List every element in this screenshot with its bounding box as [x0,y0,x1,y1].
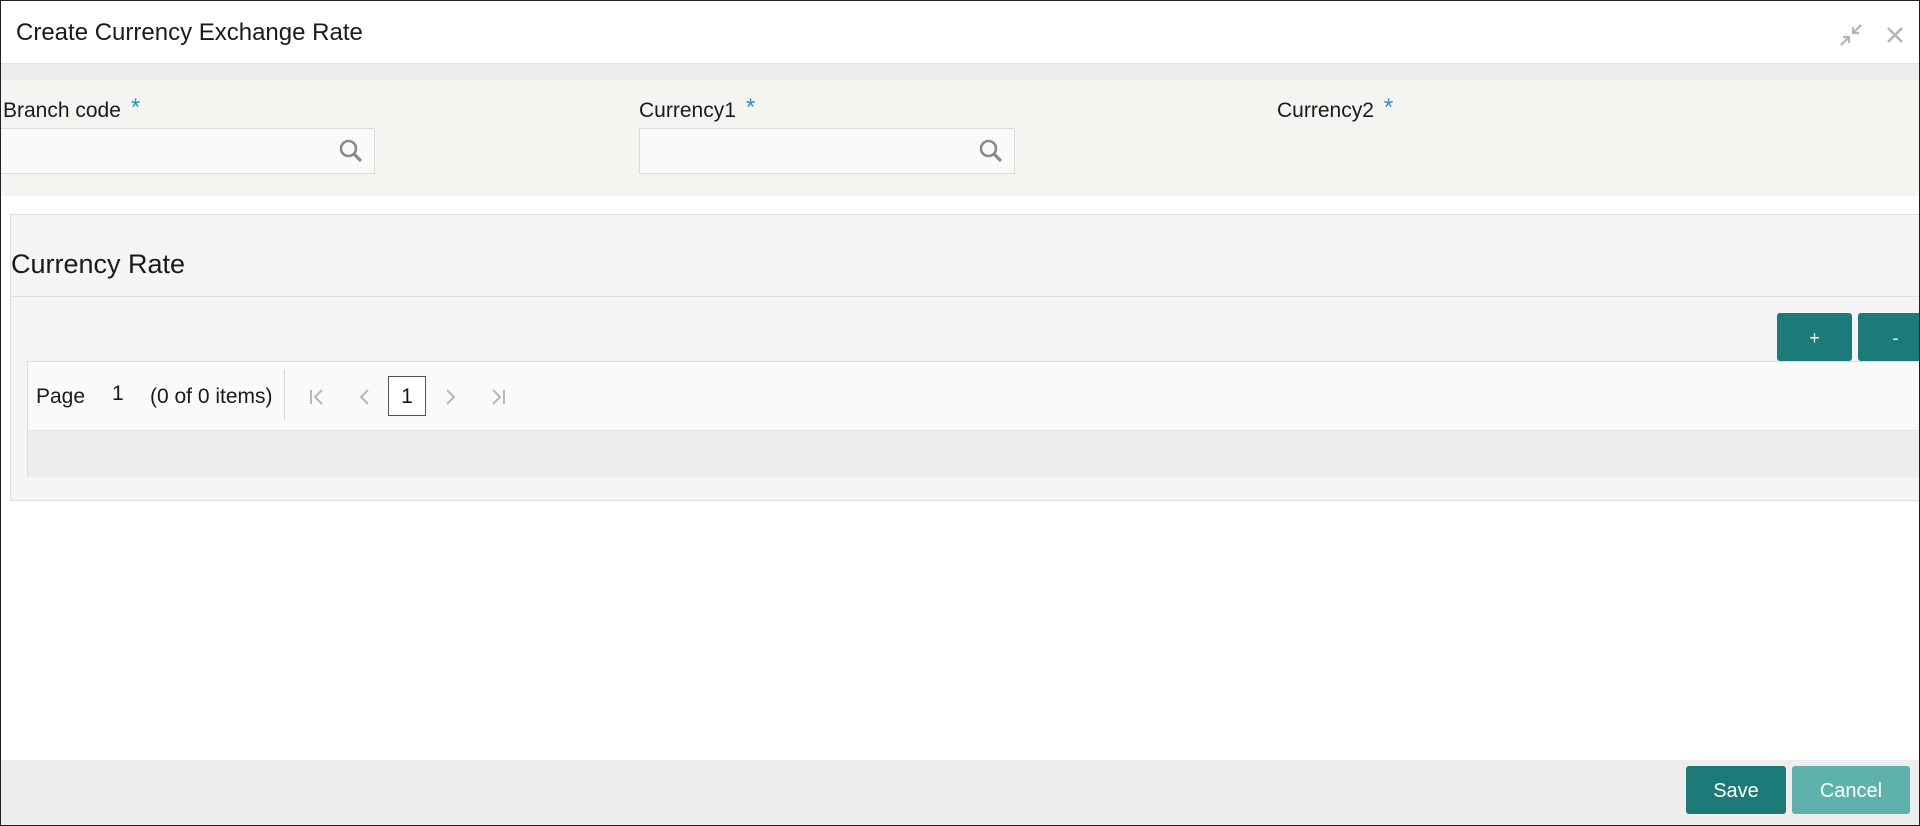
header-separator [1,64,1919,80]
dialog-window: Create Currency Exchange Rate Branch cod… [0,0,1920,826]
currency2-label: Currency2 * [1277,94,1394,122]
currency1-lov[interactable] [639,128,1015,175]
required-marker: * [130,94,141,121]
current-page-button[interactable]: 1 [388,376,426,416]
panel-divider [11,296,1919,297]
currency-rate-grid: Page 1 (0 of 0 items) 1 [27,361,1919,477]
required-marker: * [745,94,756,121]
cancel-button[interactable]: Cancel [1792,766,1910,814]
currency1-input[interactable] [640,129,972,175]
search-icon[interactable] [338,138,364,164]
first-page-icon[interactable] [306,386,328,408]
previous-page-icon[interactable] [354,386,376,408]
close-icon[interactable] [1881,21,1909,49]
add-row-button[interactable]: + [1777,313,1852,361]
dialog-title: Create Currency Exchange Rate [16,19,363,46]
required-marker: * [1383,94,1394,121]
criteria-section: Branch code * Currency1 * Currency2 * [1,80,1919,196]
currency-rate-panel: Currency Rate + - Page 1 (0 of 0 items) … [10,214,1919,501]
save-button[interactable]: Save [1686,766,1786,814]
minimize-arrows-icon[interactable] [1837,21,1865,49]
branch-code-lov[interactable] [1,128,375,175]
currency1-label: Currency1 * [639,94,756,122]
pagination-bar: Page 1 (0 of 0 items) 1 [28,362,1919,430]
next-page-icon[interactable] [439,386,461,408]
pager-divider [284,370,285,420]
page-label: Page [36,385,86,408]
branch-code-input[interactable] [1,129,332,175]
page-number: 1 [112,382,124,405]
item-count: (0 of 0 items) [150,385,273,408]
branch-code-label: Branch code * [3,94,141,122]
currency-rate-title: Currency Rate [11,249,186,279]
grid-body-empty [28,430,1919,477]
remove-row-button[interactable]: - [1858,313,1919,361]
search-icon[interactable] [978,138,1004,164]
last-page-icon[interactable] [487,386,509,408]
dialog-footer: Save Cancel [1,760,1919,825]
dialog-header: Create Currency Exchange Rate [1,1,1919,64]
